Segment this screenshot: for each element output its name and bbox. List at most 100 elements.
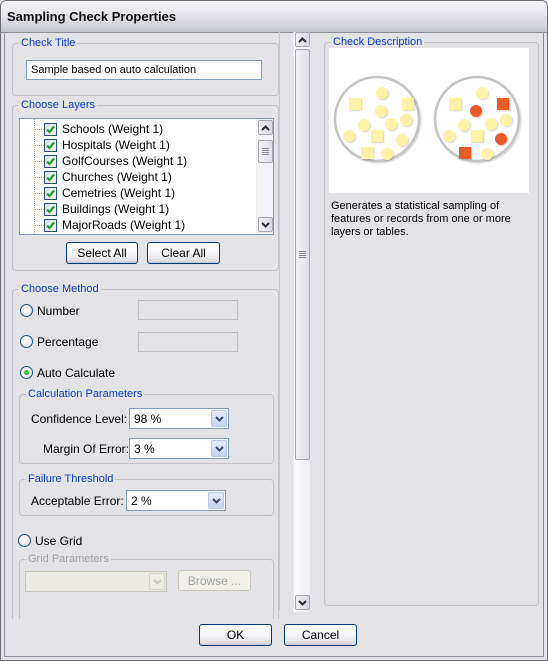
population-point: [476, 87, 488, 99]
percentage-label[interactable]: Percentage: [37, 335, 98, 349]
layer-checkbox[interactable]: [44, 123, 57, 136]
layer-list-item[interactable]: Cemetries (Weight 1): [20, 185, 260, 201]
use-grid-radio[interactable]: [18, 534, 31, 547]
population-point: [500, 114, 512, 126]
layer-checkbox[interactable]: [44, 219, 57, 232]
chevron-down-icon: [152, 578, 162, 585]
window-title: Sampling Check Properties: [7, 9, 177, 24]
main-scroll-down-button[interactable]: [295, 595, 310, 610]
population-point: [376, 87, 388, 99]
layer-label: Schools (Weight 1): [62, 122, 164, 136]
chevron-down-icon: [214, 415, 224, 422]
check-description-legend: Check Description: [331, 35, 425, 49]
sampling-illustration-svg: [333, 75, 521, 163]
check-title-input[interactable]: Sample based on auto calculation: [26, 60, 262, 80]
main-scroll-thumb[interactable]: [295, 49, 310, 460]
grip-icon: [299, 251, 306, 258]
checkmark-icon: [46, 221, 55, 230]
layers-scroll-up-button[interactable]: [258, 120, 273, 135]
layers-scroll-down-button[interactable]: [258, 217, 273, 232]
sampled-square: [459, 147, 471, 159]
margin-of-error-select[interactable]: 3 %: [129, 438, 229, 459]
checkmark-icon: [46, 157, 55, 166]
calculation-parameters-legend: Calculation Parameters: [26, 387, 145, 401]
title-bar[interactable]: Sampling Check Properties: [1, 1, 547, 33]
layer-checkbox[interactable]: [44, 155, 57, 168]
layer-list-item[interactable]: GolfCourses (Weight 1): [20, 153, 260, 169]
number-radio[interactable]: [20, 304, 33, 317]
population-point: [375, 105, 387, 117]
population-point: [458, 119, 470, 131]
chevron-down-icon: [211, 497, 221, 504]
layer-checkbox[interactable]: [44, 203, 57, 216]
population-square: [371, 130, 383, 142]
choose-method-legend: Choose Method: [19, 282, 101, 296]
tree-connector: [34, 177, 44, 178]
select-all-button[interactable]: Select All: [66, 242, 138, 264]
layer-checkbox[interactable]: [44, 171, 57, 184]
tree-connector: [34, 209, 44, 210]
tree-connector: [34, 193, 44, 194]
acceptable-error-dropdown-button[interactable]: [208, 492, 224, 509]
population-point: [443, 130, 455, 142]
layer-checkbox[interactable]: [44, 139, 57, 152]
grid-layer-select[interactable]: [25, 571, 167, 592]
population-point: [400, 114, 412, 126]
auto-calculate-radio[interactable]: [20, 366, 33, 379]
ok-button[interactable]: OK: [199, 624, 272, 646]
checkmark-icon: [46, 189, 55, 198]
population-point: [381, 148, 393, 160]
cancel-button[interactable]: Cancel: [284, 624, 357, 646]
checkmark-icon: [46, 141, 55, 150]
percentage-input[interactable]: [138, 332, 238, 352]
browse-button[interactable]: Browse ...: [178, 570, 251, 591]
layer-checkbox[interactable]: [44, 187, 57, 200]
grip-icon: [262, 148, 269, 155]
main-scroll-up-button[interactable]: [295, 32, 310, 47]
grid-layer-dropdown-button[interactable]: [149, 573, 165, 590]
tree-connector: [34, 161, 44, 162]
population-point: [396, 134, 408, 146]
chevron-down-icon: [298, 599, 307, 606]
number-input[interactable]: [138, 300, 238, 320]
chevron-down-icon: [214, 445, 224, 452]
margin-of-error-dropdown-button[interactable]: [211, 440, 227, 457]
sampled-point: [470, 105, 482, 117]
checkmark-icon: [46, 173, 55, 182]
population-square: [402, 98, 414, 110]
layer-list-item[interactable]: Buildings (Weight 1): [20, 201, 260, 217]
auto-calculate-label[interactable]: Auto Calculate: [37, 366, 115, 380]
population-square: [449, 98, 461, 110]
percentage-radio[interactable]: [20, 335, 33, 348]
layer-list-item[interactable]: Hospitals (Weight 1): [20, 137, 260, 153]
clear-all-button[interactable]: Clear All: [147, 242, 220, 264]
layer-list-item[interactable]: Schools (Weight 1): [20, 121, 260, 137]
layer-list-item[interactable]: MajorRoads (Weight 1): [20, 217, 260, 233]
confidence-level-label: Confidence Level:: [31, 412, 128, 426]
population-square: [349, 98, 361, 110]
acceptable-error-select[interactable]: 2 %: [126, 490, 226, 511]
acceptable-error-label: Acceptable Error:: [31, 494, 124, 508]
layer-label: GolfCourses (Weight 1): [62, 154, 188, 168]
layers-list[interactable]: Schools (Weight 1) Hospitals (Weight 1) Go…: [19, 118, 274, 235]
layers-scroll-thumb[interactable]: [258, 140, 273, 163]
population-square: [361, 147, 373, 159]
chevron-up-icon: [261, 124, 270, 131]
tree-connector: [34, 225, 44, 226]
confidence-level-select[interactable]: 98 %: [129, 408, 229, 429]
check-title-legend: Check Title: [19, 36, 78, 50]
use-grid-label[interactable]: Use Grid: [35, 534, 82, 548]
sampled-square: [497, 98, 509, 110]
main-scrollbar[interactable]: [293, 32, 310, 612]
layers-scrollbar[interactable]: [256, 119, 273, 234]
layer-list-item-partial: [20, 233, 260, 234]
layer-list-item[interactable]: Churches (Weight 1): [20, 169, 260, 185]
grid-parameters-legend: Grid Parameters: [26, 552, 111, 566]
checkmark-icon: [46, 205, 55, 214]
confidence-level-dropdown-button[interactable]: [211, 410, 227, 427]
sampled-point: [495, 133, 507, 145]
number-label[interactable]: Number: [37, 304, 80, 318]
layer-label: Buildings (Weight 1): [62, 202, 170, 216]
margin-of-error-label: Margin Of Error:: [43, 442, 130, 456]
population-square: [471, 130, 483, 142]
